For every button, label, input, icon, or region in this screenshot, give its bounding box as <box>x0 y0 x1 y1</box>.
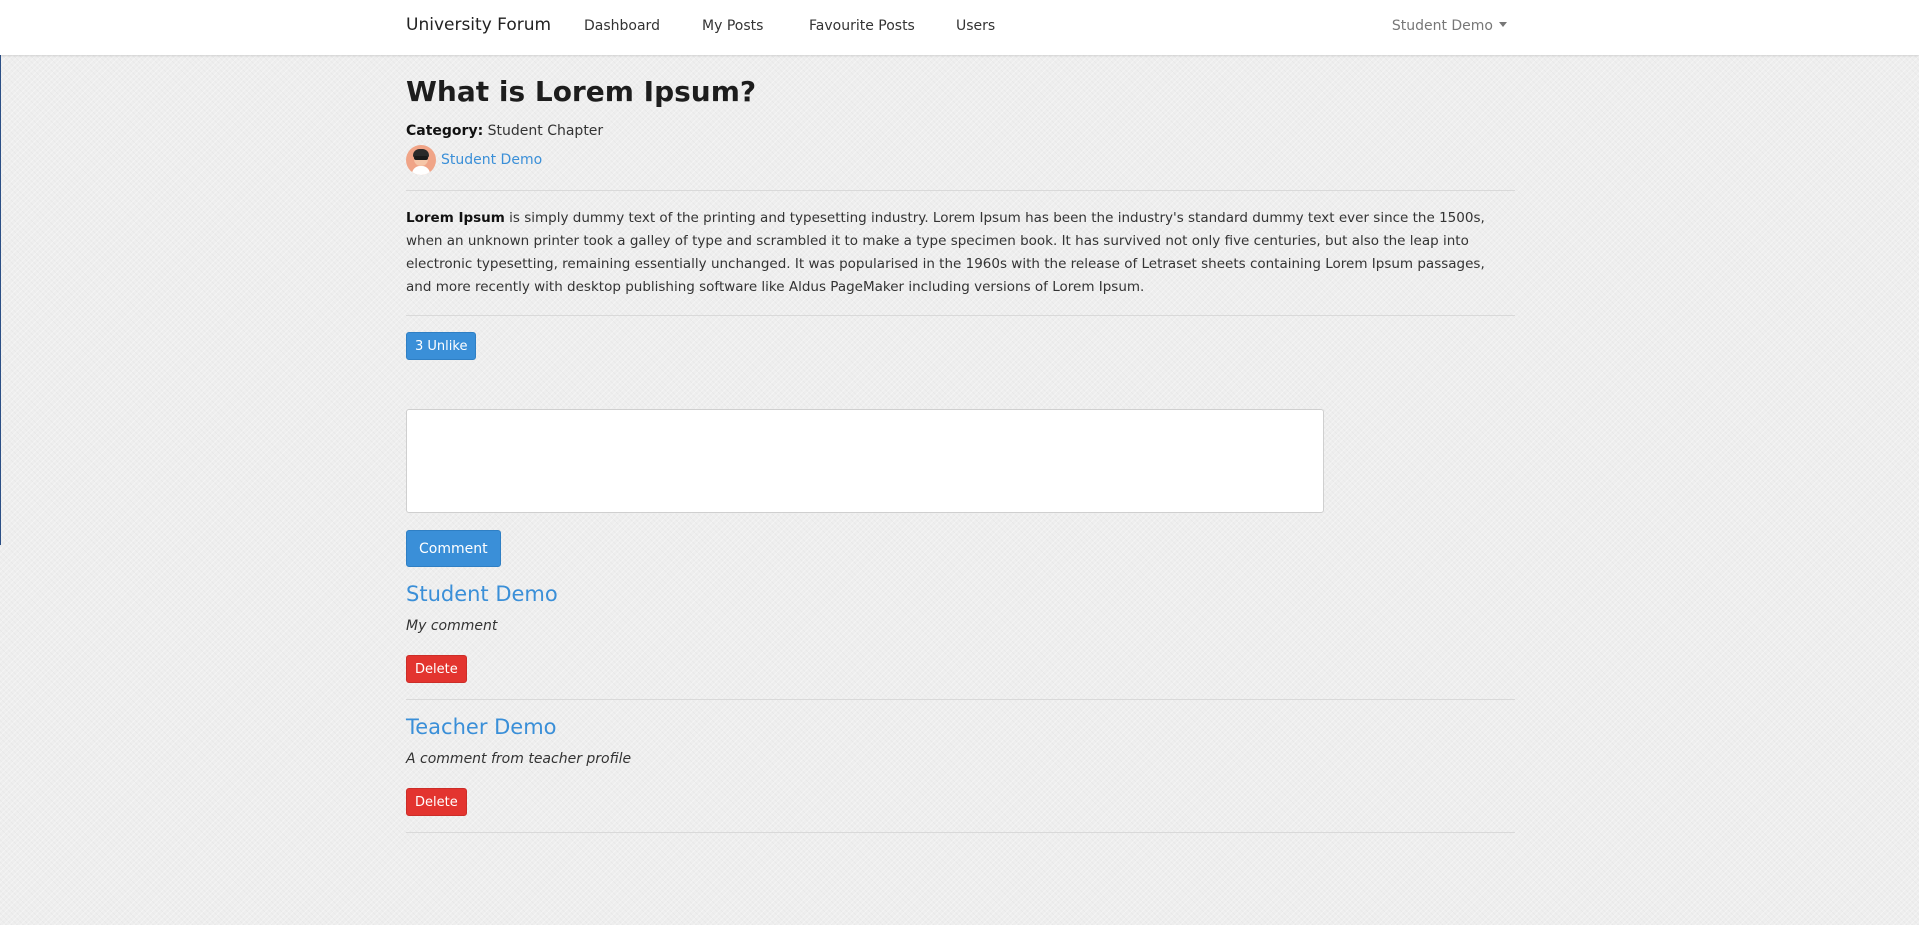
caret-down-icon <box>1499 22 1507 27</box>
comment-input[interactable] <box>406 409 1324 513</box>
nav-favourite-posts[interactable]: Favourite Posts <box>809 18 915 34</box>
category-value: Student Chapter <box>487 123 604 139</box>
divider <box>406 315 1515 316</box>
top-navbar: University Forum Dashboard My Posts Favo… <box>0 0 1919 55</box>
comment-author-link[interactable]: Teacher Demo <box>406 715 557 739</box>
comment-text: A comment from teacher profile <box>406 751 632 767</box>
delete-comment-button[interactable]: Delete <box>406 788 467 816</box>
post-body: Lorem Ipsum is simply dummy text of the … <box>406 207 1506 299</box>
post-author: Student Demo <box>406 145 542 175</box>
divider <box>406 832 1515 833</box>
brand-link[interactable]: University Forum <box>406 15 551 35</box>
delete-comment-button[interactable]: Delete <box>406 655 467 683</box>
comment-text: My comment <box>406 618 498 634</box>
nav-users[interactable]: Users <box>956 18 995 34</box>
window-edge <box>0 0 1 545</box>
user-dropdown-label: Student Demo <box>1391 18 1493 34</box>
post-category: Category: Student Chapter <box>406 123 603 139</box>
category-label: Category: <box>406 123 484 139</box>
unlike-button[interactable]: 3 Unlike <box>406 332 477 360</box>
avatar <box>406 145 436 175</box>
divider <box>406 190 1515 191</box>
comment-submit-button[interactable]: Comment <box>406 530 501 567</box>
nav-dashboard[interactable]: Dashboard <box>584 18 660 34</box>
nav-my-posts[interactable]: My Posts <box>702 18 763 34</box>
post-body-text: is simply dummy text of the printing and… <box>406 210 1485 295</box>
post-title: What is Lorem Ipsum? <box>406 75 757 108</box>
post-body-bold: Lorem Ipsum <box>406 210 505 226</box>
divider <box>406 699 1515 700</box>
author-link[interactable]: Student Demo <box>441 152 542 168</box>
comment-author-link[interactable]: Student Demo <box>406 582 558 606</box>
user-dropdown[interactable]: Student Demo <box>1392 18 1507 34</box>
